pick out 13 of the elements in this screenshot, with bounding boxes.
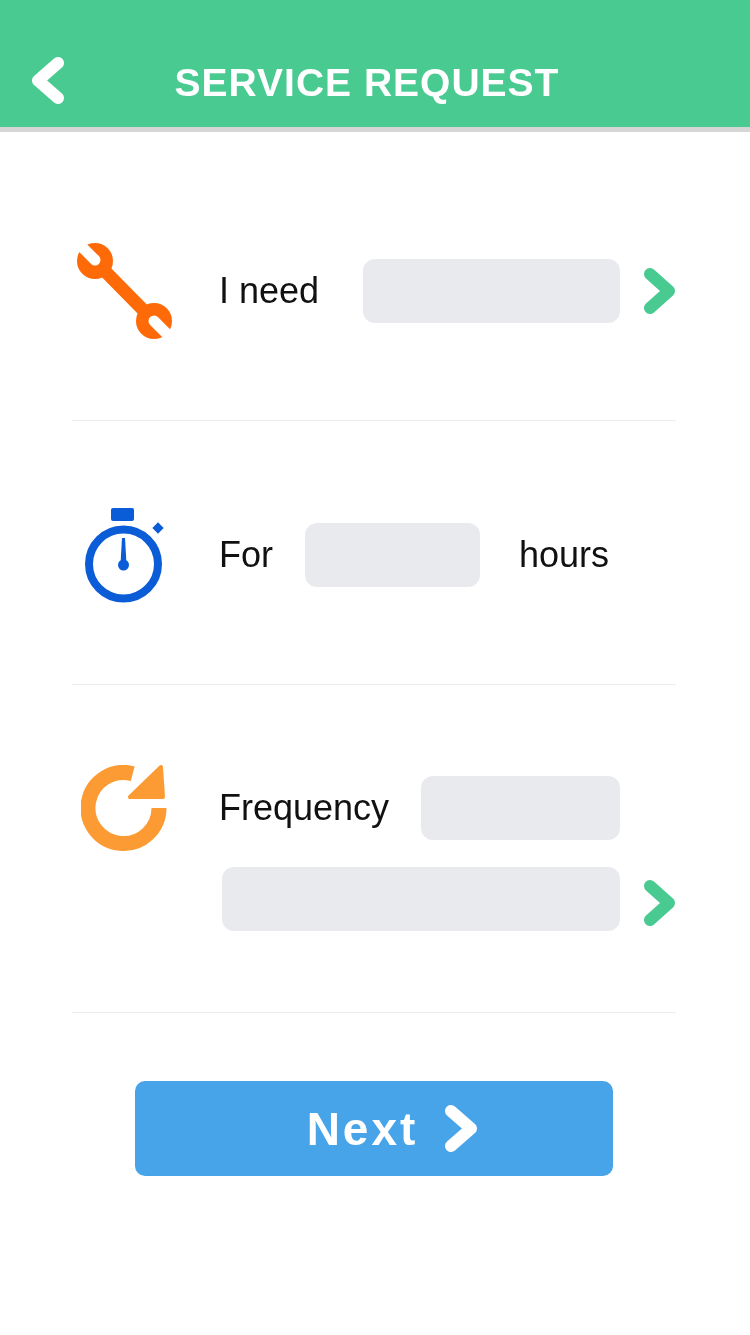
page-title: SERVICE REQUEST [173,60,561,102]
refresh-icon [80,765,168,852]
field-label: Frequency [219,788,391,828]
wrench-icon [75,242,173,339]
chevron-icon[interactable] [643,266,676,315]
unit-label: hours [519,535,610,575]
field-label: I need [219,270,321,311]
back-icon[interactable] [30,57,65,104]
stopwatch-icon [84,507,164,603]
next-button[interactable]: Next [135,1081,613,1176]
field-label: For [219,535,274,575]
chevron-icon[interactable] [643,879,676,927]
chevron-icon [444,1105,479,1152]
